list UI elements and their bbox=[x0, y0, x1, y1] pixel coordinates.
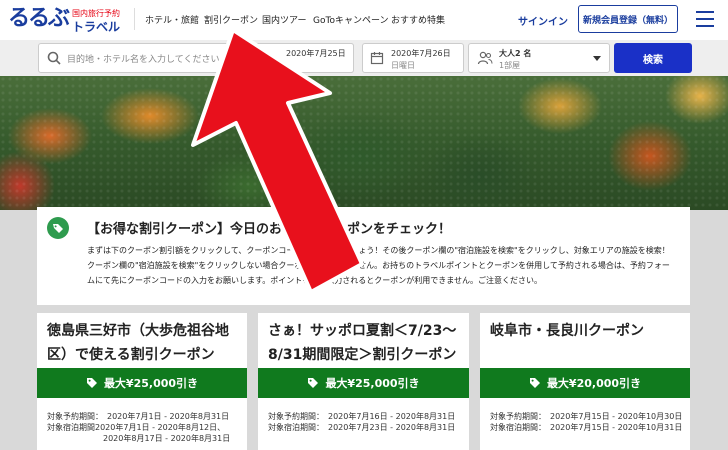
coupon-title[interactable]: さぁ！サッポロ夏割＜7/23～8/31期間限定＞割引クーポン bbox=[268, 319, 468, 367]
register-button[interactable]: 新規会員登録（無料） bbox=[578, 5, 678, 33]
people-icon bbox=[477, 51, 493, 65]
checkin-date: 2020年7月25日 bbox=[286, 49, 346, 58]
tag-icon bbox=[86, 378, 97, 388]
search-icon bbox=[47, 51, 61, 65]
checkout-day: 日曜日 bbox=[391, 61, 415, 70]
top-navigation-bar: るるぶ 国内旅行予約 トラベル ホテル・旅館 割引クーポン 国内ツアー GoTo… bbox=[0, 0, 728, 40]
coupon-discount-button[interactable]: 最大¥25,000引き bbox=[258, 368, 469, 398]
coupon-dates: 対象予約期間： 2020年7月16日 - 2020年8月31日 対象宿泊期間： … bbox=[268, 412, 456, 432]
coupon-title[interactable]: 徳島県三好市（大歩危祖谷地区）で使える割引クーポン bbox=[47, 319, 243, 367]
checkin-date-field[interactable]: 2020年7月25日 bbox=[250, 43, 354, 73]
guests-select[interactable]: 大人2 名 1部屋 bbox=[468, 43, 610, 73]
tag-icon bbox=[308, 378, 319, 388]
coupon-discount-label: 最大¥20,000引き bbox=[546, 377, 642, 390]
rurubu-travel-logo[interactable]: るるぶ 国内旅行予約 トラベル bbox=[8, 6, 126, 34]
coupon-card: 岐阜市・長良川クーポン 最大¥20,000引き 対象予約期間： 2020年7月1… bbox=[480, 313, 690, 450]
guests-count: 大人2 名 bbox=[499, 49, 532, 58]
logo-travel-text: トラベル bbox=[72, 20, 121, 34]
nav-features[interactable]: おすすめ特集 bbox=[391, 13, 445, 26]
coupon-dates: 対象予約期間： 2020年7月15日 - 2020年10月30日 対象宿泊期間：… bbox=[490, 412, 683, 432]
rooms-count: 1部屋 bbox=[499, 61, 521, 70]
checkout-date: 2020年7月26日 bbox=[391, 49, 451, 58]
calendar-icon bbox=[370, 52, 384, 65]
coupon-dates: 対象予約期間： 2020年7月1日 - 2020年8月31日 対象宿泊期間202… bbox=[47, 412, 231, 443]
coupon-title[interactable]: 岐阜市・長良川クーポン bbox=[490, 319, 686, 343]
nav-goto-campaign[interactable]: GoToキャンペーン bbox=[313, 13, 389, 26]
destination-placeholder: 目的地・ホテル名を入力してください bbox=[67, 55, 220, 65]
search-bar: 目的地・ホテル名を入力してください 2020年7月25日 2020年7月26日 … bbox=[0, 40, 728, 76]
nav-divider bbox=[134, 8, 135, 30]
logo-main-text: るるぶ bbox=[8, 6, 70, 31]
search-button[interactable]: 検索 bbox=[614, 43, 692, 73]
menu-icon[interactable] bbox=[696, 11, 714, 27]
coupon-discount-button[interactable]: 最大¥25,000引き bbox=[37, 368, 247, 398]
tag-icon bbox=[529, 378, 540, 388]
notice-body: まずは下のクーポン割引額をクリックして、クーポンコードをコピーしましょう！その後… bbox=[87, 246, 670, 285]
coupon-discount-label: 最大¥25,000引き bbox=[103, 377, 199, 390]
notice-title: 【お得な割引クーポン】今日のおトクなクーポンをチェック！ bbox=[87, 222, 452, 237]
nav-tours[interactable]: 国内ツアー bbox=[262, 13, 306, 26]
coupon-notice-panel: 【お得な割引クーポン】今日のおトクなクーポンをチェック！ まずは下のクーポン割引… bbox=[37, 207, 690, 305]
autumn-foliage-hero-image bbox=[0, 76, 728, 210]
signin-link[interactable]: サインイン bbox=[518, 13, 568, 28]
nav-hotels[interactable]: ホテル・旅館 bbox=[145, 13, 199, 26]
coupon-card: 徳島県三好市（大歩危祖谷地区）で使える割引クーポン 最大¥25,000引き 対象… bbox=[37, 313, 247, 450]
nav-coupons[interactable]: 割引クーポン bbox=[204, 13, 258, 26]
tag-icon bbox=[47, 217, 69, 239]
coupon-discount-button[interactable]: 最大¥20,000引き bbox=[480, 368, 690, 398]
chevron-down-icon bbox=[593, 56, 601, 61]
coupon-discount-label: 最大¥25,000引き bbox=[325, 377, 420, 390]
coupon-card: さぁ！サッポロ夏割＜7/23～8/31期間限定＞割引クーポン 最大¥25,000… bbox=[258, 313, 469, 450]
checkout-date-field[interactable]: 2020年7月26日 日曜日 bbox=[362, 43, 464, 73]
